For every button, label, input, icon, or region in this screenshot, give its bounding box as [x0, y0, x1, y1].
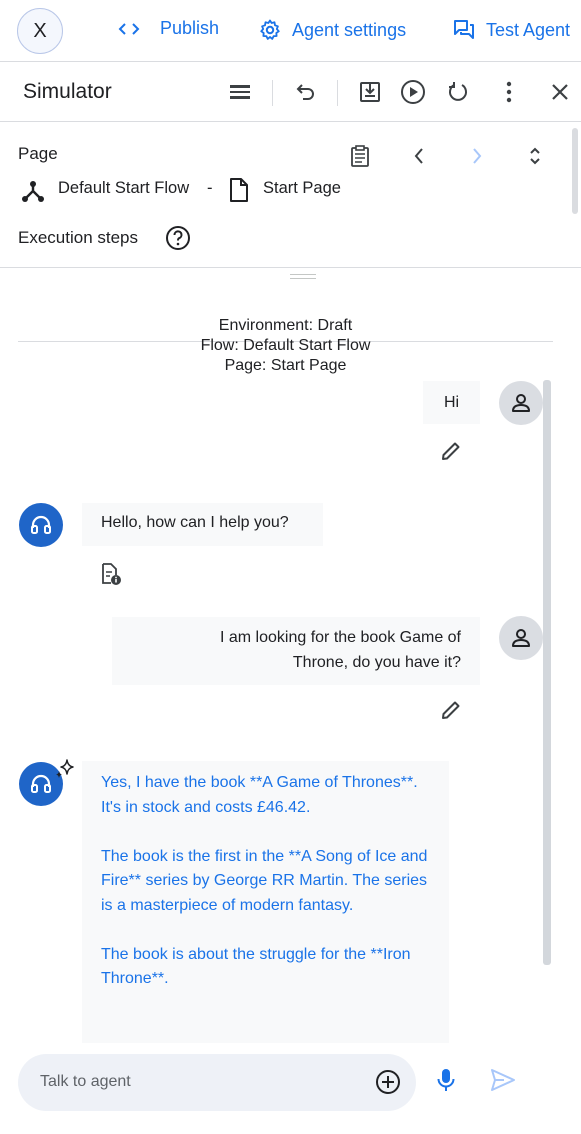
page-line: Page: Start Page: [224, 357, 347, 374]
user-avatar-icon: [499, 616, 543, 660]
input-placeholder: Talk to agent: [40, 1073, 131, 1090]
environment-info: Environment: Draft Flow: Default Start F…: [0, 316, 571, 376]
chat-bubbles-icon: [454, 20, 474, 39]
execution-steps-label: Execution steps: [18, 228, 139, 247]
agent-message: Hello, how can I help you?: [82, 503, 323, 546]
page-label: Page: [18, 144, 58, 163]
talk-to-agent-input[interactable]: Talk to agent: [18, 1054, 416, 1111]
agent-avatar-icon: [19, 503, 63, 547]
edit-pencil-icon[interactable]: [438, 697, 464, 723]
user-message-text: I am looking for the book Game of: [219, 629, 461, 646]
page-file-icon: [226, 177, 252, 203]
more-vert-icon[interactable]: [495, 78, 523, 106]
agent-settings-label: Agent settings: [292, 19, 407, 40]
user-message: Hi: [423, 381, 480, 424]
clipboard-icon[interactable]: [347, 143, 373, 169]
page-section-scrollbar[interactable]: [572, 128, 578, 214]
flow-line: Flow: Default Start Flow: [200, 337, 371, 354]
simulator-header: Simulator: [0, 62, 581, 122]
test-agent-button[interactable]: Test Agent: [452, 18, 570, 42]
page-section: Page Default Start Flow - Start Page Exe…: [0, 122, 581, 268]
code-brackets-icon: [118, 22, 140, 35]
user-avatar-icon: [499, 381, 543, 425]
toolbar-divider: [337, 80, 338, 106]
x-logo-button[interactable]: X: [17, 8, 63, 54]
chevron-right-icon[interactable]: [464, 143, 490, 169]
flow-icon: [20, 178, 46, 204]
response-info-icon[interactable]: [98, 561, 124, 587]
menu-icon[interactable]: [226, 78, 254, 106]
chevron-left-icon[interactable]: [406, 143, 432, 169]
reset-icon[interactable]: [444, 78, 472, 106]
add-circle-icon[interactable]: [375, 1069, 401, 1095]
microphone-icon[interactable]: [433, 1067, 459, 1093]
flow-name[interactable]: Default Start Flow: [58, 179, 189, 198]
edit-pencil-icon[interactable]: [438, 438, 464, 464]
undo-icon[interactable]: [292, 78, 320, 106]
user-message: I am looking for the book Game of Throne…: [112, 617, 480, 685]
agent-settings-button[interactable]: Agent settings: [258, 18, 406, 42]
gear-icon: [260, 19, 280, 40]
user-message-text: Hi: [443, 394, 460, 411]
generative-paragraph: Yes, I have the book **A Game of Thrones…: [101, 774, 418, 816]
publish-button[interactable]: Publish: [118, 18, 219, 39]
user-message-text: Throne, do you have it?: [292, 654, 461, 671]
download-icon[interactable]: [356, 78, 384, 106]
resize-handle[interactable]: [290, 274, 316, 280]
agent-message-text: Hello, how can I help you?: [101, 514, 289, 531]
simulator-title: Simulator: [23, 80, 112, 103]
generative-agent-message: Yes, I have the book **A Game of Thrones…: [82, 761, 449, 1043]
sparkle-icon: [53, 757, 77, 781]
chat-scrollbar[interactable]: [543, 380, 551, 965]
page-name[interactable]: Start Page: [263, 179, 341, 198]
expand-icon[interactable]: [522, 143, 548, 169]
environment-line: Environment: Draft: [218, 317, 353, 334]
close-icon[interactable]: [546, 78, 574, 106]
toolbar-divider: [272, 80, 273, 106]
help-icon[interactable]: [165, 225, 191, 251]
play-icon[interactable]: [399, 78, 427, 106]
send-icon[interactable]: [490, 1067, 516, 1093]
top-toolbar: X Publish Agent settings Test Agent: [0, 0, 581, 62]
test-agent-label: Test Agent: [486, 19, 571, 40]
publish-label: Publish: [160, 18, 220, 38]
flow-page-separator: -: [207, 179, 213, 197]
generative-paragraph: The book is about the struggle for the *…: [101, 945, 411, 988]
x-logo-label: X: [33, 19, 47, 42]
generative-paragraph: The book is the first in the **A Song of…: [101, 847, 428, 914]
